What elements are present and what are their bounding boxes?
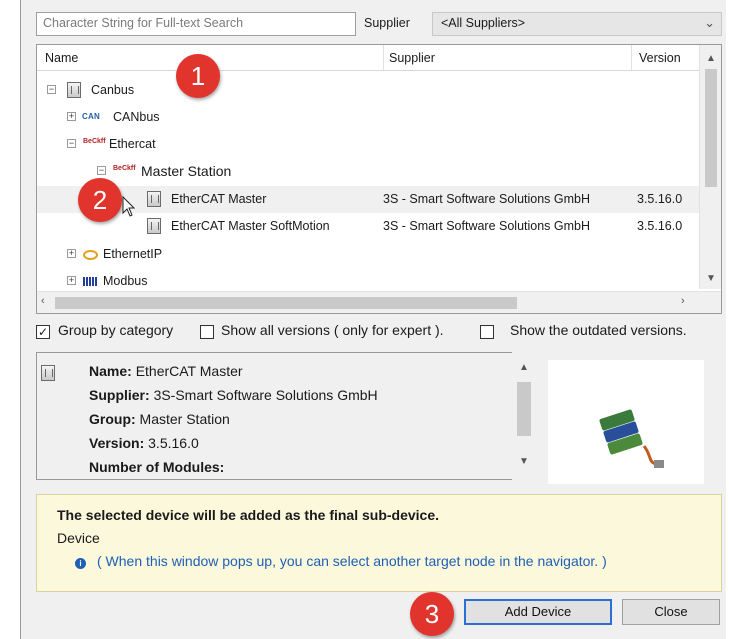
scroll-right-icon[interactable]: › xyxy=(681,295,685,307)
device-preview-image xyxy=(548,360,704,484)
message-title: The selected device will be added as the… xyxy=(57,507,440,523)
device-hardware-icon xyxy=(599,409,664,468)
modbus-icon xyxy=(83,277,98,286)
tree-row-canbus-child[interactable]: + CAN CANbus xyxy=(37,104,699,131)
row-name: CANbus xyxy=(113,110,160,124)
info-name: Name: EtherCAT Master xyxy=(89,363,243,379)
callout-3: 3 xyxy=(410,592,454,636)
show-outdated-versions-label: Show the outdated versions. xyxy=(510,322,687,338)
scroll-left-icon[interactable]: ‹ xyxy=(41,295,45,307)
add-device-button[interactable]: Add Device xyxy=(464,599,612,625)
scroll-up-icon[interactable]: ▲ xyxy=(706,53,716,64)
tree-row-master-station[interactable]: − BeCkff Master Station xyxy=(37,158,699,185)
info-version: Version: 3.5.16.0 xyxy=(89,435,199,451)
info-icon: i xyxy=(75,558,86,569)
column-header-version[interactable]: Version xyxy=(639,51,681,65)
scroll-up-icon[interactable]: ▲ xyxy=(519,362,529,373)
collapse-icon[interactable]: − xyxy=(47,85,56,94)
ethernetip-icon xyxy=(83,250,98,260)
column-header-name[interactable]: Name xyxy=(45,51,78,65)
info-supplier: Supplier: 3S-Smart Software Solutions Gm… xyxy=(89,387,378,403)
device-icon xyxy=(41,365,55,381)
callout-2: 2 xyxy=(78,178,122,222)
scrollbar-thumb[interactable] xyxy=(517,382,531,436)
column-divider xyxy=(383,45,384,71)
supplier-label: Supplier xyxy=(364,16,410,30)
scrollbar-thumb[interactable] xyxy=(705,69,717,187)
info-modules: Number of Modules: xyxy=(89,459,225,475)
row-version: 3.5.16.0 xyxy=(637,219,683,233)
show-all-versions-label: Show all versions ( only for expert ). xyxy=(221,322,444,338)
chevron-down-icon: ⌄ xyxy=(704,15,715,30)
scrollbar-thumb[interactable] xyxy=(55,297,517,309)
supplier-dropdown-value: <All Suppliers> xyxy=(441,16,526,30)
search-input[interactable]: Character String for Full-text Search xyxy=(36,12,356,36)
row-supplier: 3S - Smart Software Solutions GmbH xyxy=(383,192,591,206)
list-header: Name Supplier Version xyxy=(37,45,721,71)
info-group: Group: Master Station xyxy=(89,411,230,427)
group-by-category-label: Group by category xyxy=(58,322,174,338)
group-by-category-checkbox[interactable]: ✓ xyxy=(36,325,50,339)
collapse-icon[interactable]: − xyxy=(67,139,76,148)
mouse-cursor-icon xyxy=(122,196,136,217)
scroll-down-icon[interactable]: ▼ xyxy=(519,456,529,467)
column-divider xyxy=(631,45,632,71)
expand-icon[interactable]: + xyxy=(67,249,76,258)
beckhoff-icon: BeCkff xyxy=(83,138,106,145)
horizontal-scrollbar[interactable]: ‹ › xyxy=(37,291,721,313)
row-name: EthernetIP xyxy=(103,247,163,261)
tree-row-canbus[interactable]: − Canbus xyxy=(37,77,699,104)
message-hint: ( When this window pops up, you can sele… xyxy=(97,553,607,569)
supplier-dropdown[interactable]: <All Suppliers> ⌄ xyxy=(432,12,722,36)
row-version: 3.5.16.0 xyxy=(637,192,683,206)
row-name: Modbus xyxy=(103,274,148,288)
close-button[interactable]: Close xyxy=(622,599,720,625)
row-name: EtherCAT Master SoftMotion xyxy=(171,219,330,233)
device-info-panel: Name: EtherCAT Master Supplier: 3S-Smart… xyxy=(36,352,522,480)
beckhoff-icon: BeCkff xyxy=(113,165,136,172)
device-icon xyxy=(67,82,81,98)
column-header-supplier[interactable]: Supplier xyxy=(389,51,435,65)
callout-1: 1 xyxy=(176,54,220,98)
vertical-scrollbar[interactable]: ▲ ▼ xyxy=(699,45,721,289)
expand-icon[interactable]: + xyxy=(67,112,76,121)
device-tree-list[interactable]: Name Supplier Version − Canbus + CAN CAN… xyxy=(36,44,722,314)
show-all-versions-checkbox[interactable] xyxy=(200,325,214,339)
info-scrollbar[interactable]: ▲ ▼ xyxy=(512,352,536,480)
row-name: Canbus xyxy=(91,83,135,97)
can-icon: CAN xyxy=(82,112,100,121)
device-icon xyxy=(147,191,161,207)
tree-row-ethernetip[interactable]: + EthernetIP xyxy=(37,241,699,268)
tree-row-ethercat[interactable]: − BeCkff Ethercat xyxy=(37,131,699,158)
show-outdated-versions-checkbox[interactable] xyxy=(480,325,494,339)
row-supplier: 3S - Smart Software Solutions GmbH xyxy=(383,219,591,233)
row-name: EtherCAT Master xyxy=(171,192,267,206)
collapse-icon[interactable]: − xyxy=(97,166,106,175)
row-name: Ethercat xyxy=(109,137,156,151)
row-name: Master Station xyxy=(141,163,232,179)
scroll-down-icon[interactable]: ▼ xyxy=(706,273,716,284)
message-panel: The selected device will be added as the… xyxy=(36,494,722,592)
expand-icon[interactable]: + xyxy=(67,276,76,285)
message-device-label: Device xyxy=(57,530,100,546)
device-icon xyxy=(147,218,161,234)
